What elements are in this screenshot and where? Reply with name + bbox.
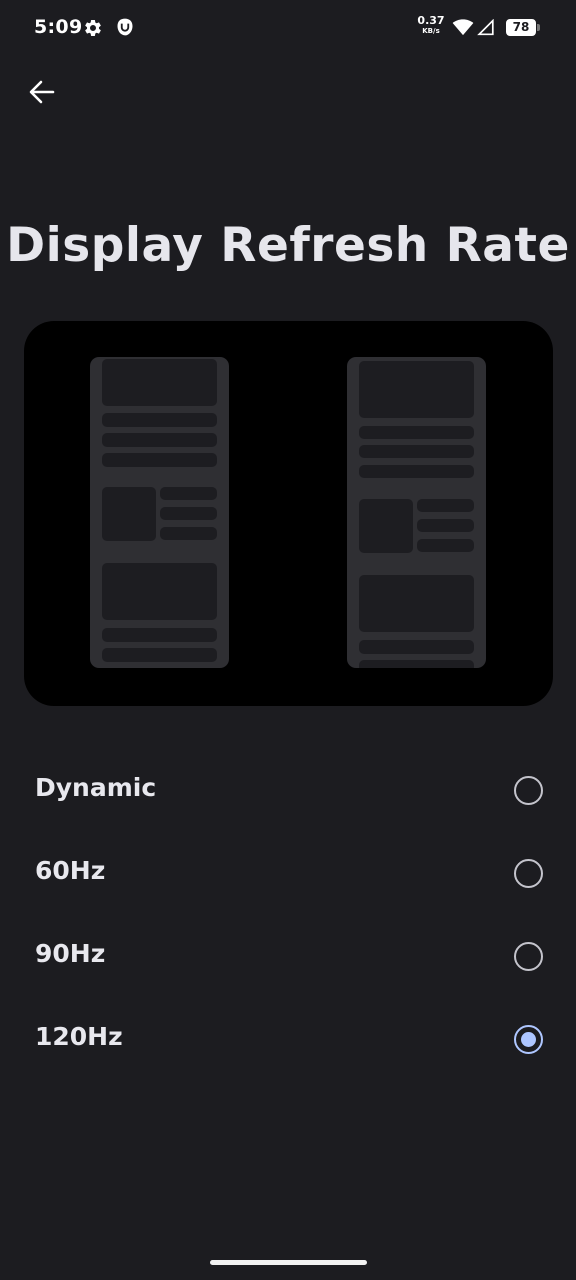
radio-button[interactable] xyxy=(514,859,543,888)
mock-line xyxy=(417,519,474,532)
cell-signal-icon xyxy=(477,19,494,36)
mock-line xyxy=(160,527,217,540)
phone-mockup-left xyxy=(90,357,229,668)
back-button[interactable] xyxy=(22,72,62,112)
mock-line xyxy=(102,433,217,447)
mock-card xyxy=(102,563,217,620)
option-dynamic[interactable]: Dynamic xyxy=(0,751,576,831)
mock-line xyxy=(160,487,217,500)
option-label: 90Hz xyxy=(35,939,106,968)
option-90hz[interactable]: 90Hz xyxy=(0,917,576,997)
home-indicator[interactable] xyxy=(210,1260,367,1265)
radio-button[interactable] xyxy=(514,1025,543,1054)
option-60hz[interactable]: 60Hz xyxy=(0,834,576,914)
option-120hz[interactable]: 120Hz xyxy=(0,1000,576,1080)
radio-button[interactable] xyxy=(514,776,543,805)
option-label: 120Hz xyxy=(35,1022,123,1051)
wifi-icon xyxy=(452,19,474,36)
mock-line xyxy=(102,648,217,662)
mock-header-block xyxy=(102,359,217,406)
mock-line xyxy=(359,445,474,458)
gear-icon xyxy=(85,19,101,36)
mock-line xyxy=(102,453,217,467)
option-label: 60Hz xyxy=(35,856,106,885)
mock-thumbnail xyxy=(359,499,413,553)
network-speed-value: 0.37 xyxy=(417,14,445,27)
mock-line xyxy=(417,499,474,512)
mock-thumbnail xyxy=(102,487,156,541)
status-bar: 5:09 0.37 KB/s 78 xyxy=(0,0,576,58)
battery-icon: 78 xyxy=(506,19,536,36)
option-label: Dynamic xyxy=(35,773,157,802)
mock-line xyxy=(160,507,217,520)
arrow-left-icon xyxy=(29,80,55,104)
mock-card xyxy=(359,575,474,632)
mock-header-block xyxy=(359,361,474,418)
battery-level: 78 xyxy=(512,20,530,34)
battery-tip xyxy=(537,24,540,31)
mock-line xyxy=(102,628,217,642)
mock-line xyxy=(359,640,474,654)
page-title: Display Refresh Rate xyxy=(6,218,570,273)
mock-line xyxy=(102,413,217,427)
network-speed-unit: KB/s xyxy=(422,27,440,35)
phone-mockup-right xyxy=(347,357,486,668)
mock-line xyxy=(359,660,474,668)
status-time: 5:09 xyxy=(34,16,83,38)
network-speed: 0.37 KB/s xyxy=(414,15,448,35)
mock-line xyxy=(359,465,474,478)
mock-line xyxy=(359,426,474,439)
app-notification-icon xyxy=(117,18,133,36)
refresh-rate-preview xyxy=(24,321,553,706)
radio-button[interactable] xyxy=(514,942,543,971)
mock-line xyxy=(417,539,474,552)
